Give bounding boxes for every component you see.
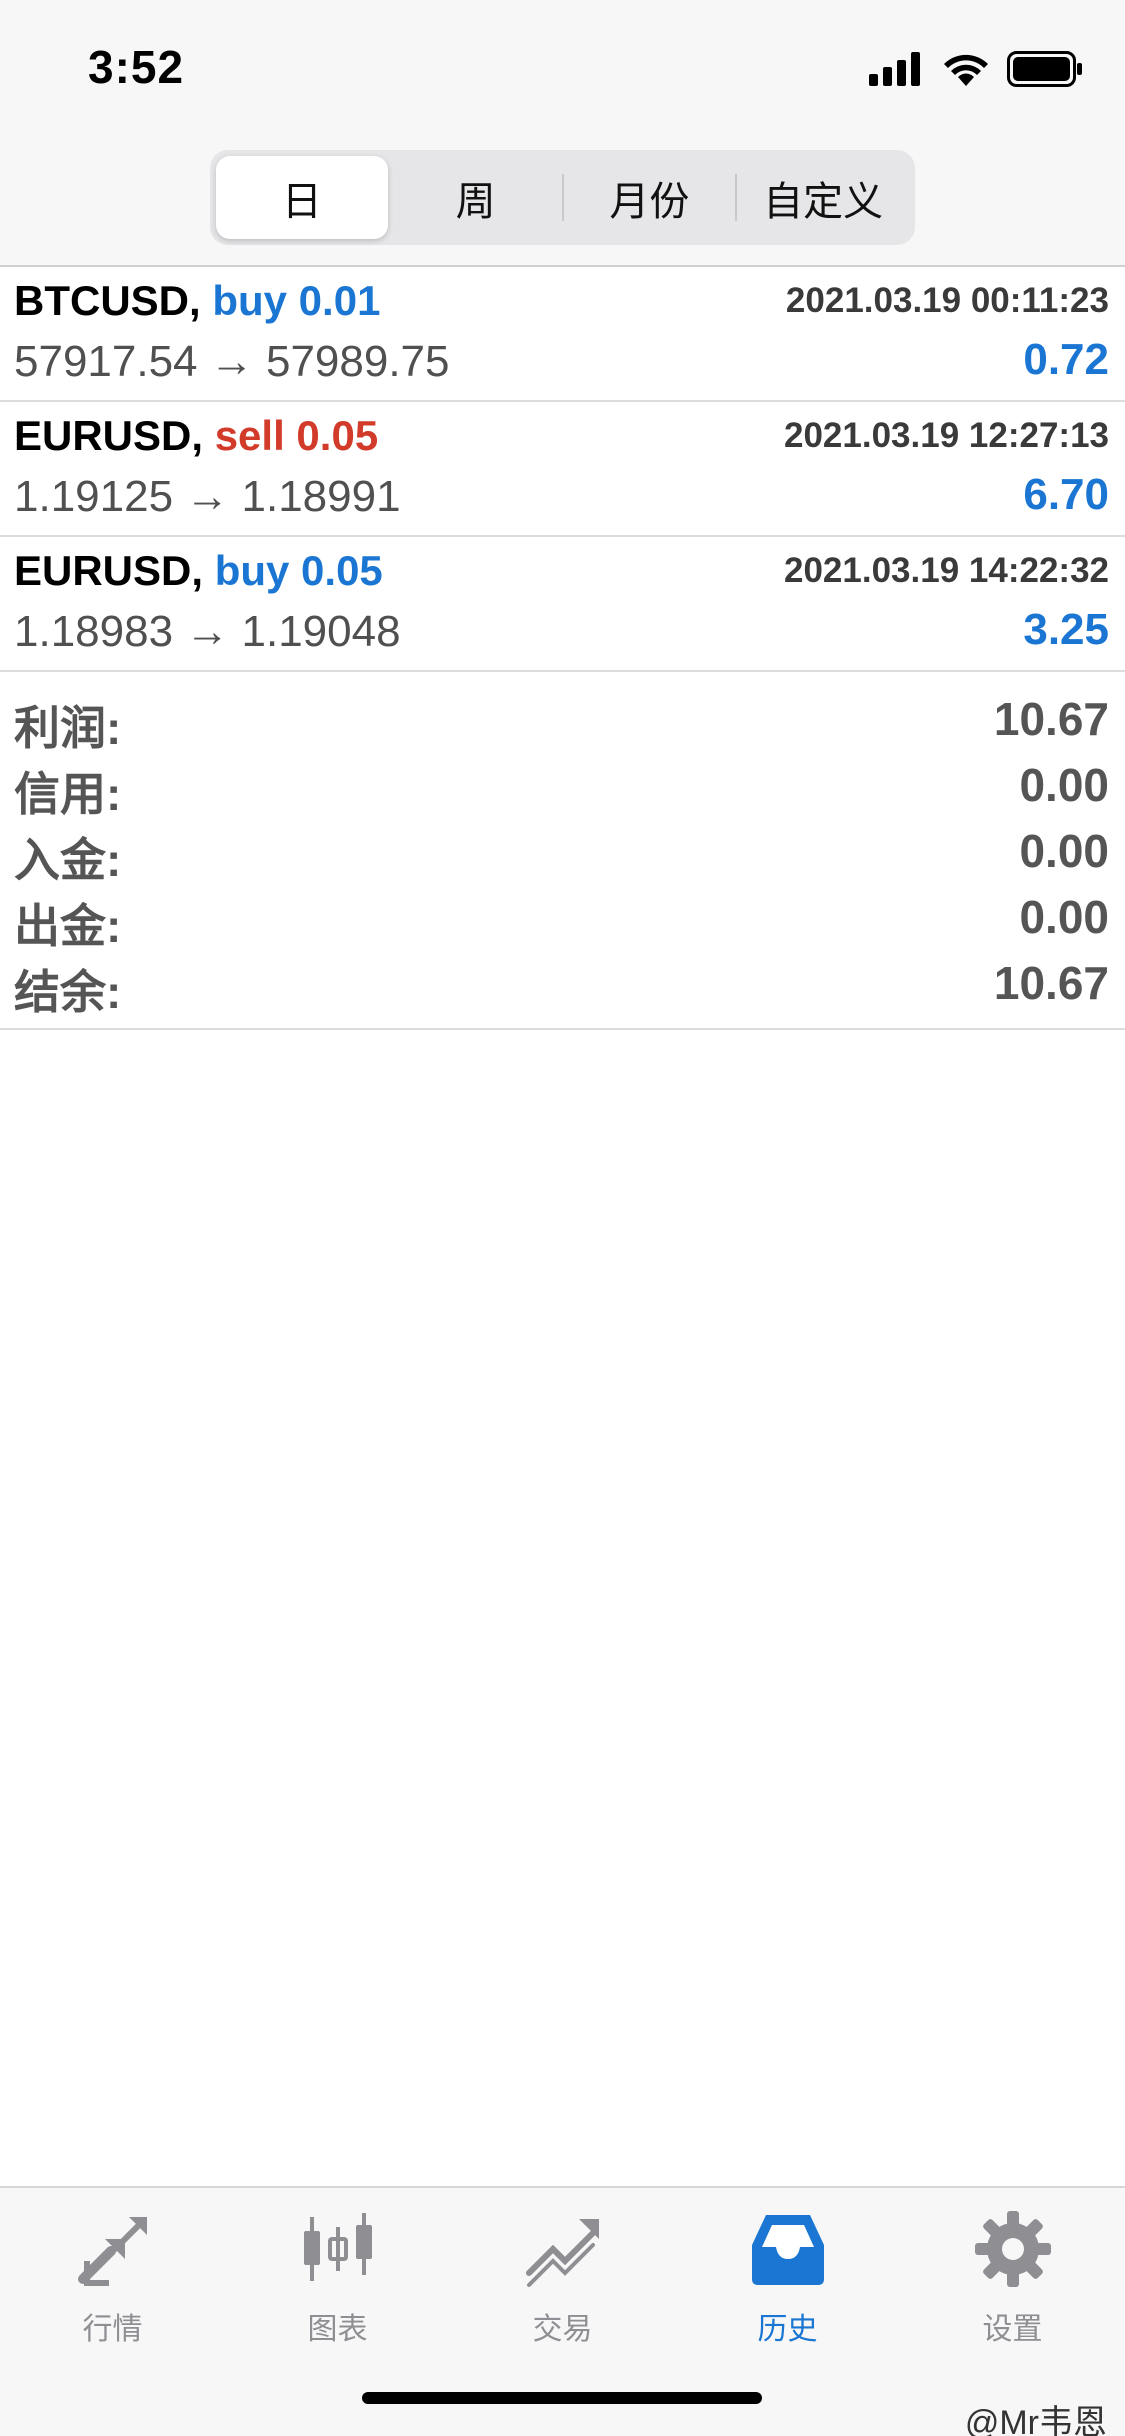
trade-symbol: BTCUSD, <box>14 277 201 324</box>
trade-time: 2021.03.19 12:27:13 <box>784 416 1109 455</box>
summary-label: 信用: <box>14 768 122 820</box>
quotes-arrows-icon <box>70 2206 156 2292</box>
trade-symbol-line: EURUSD, sell 0.05 <box>14 412 378 460</box>
summary-value: 10.67 <box>993 957 1109 1009</box>
trade-history-list: BTCUSD, buy 0.01 2021.03.19 00:11:23 579… <box>0 265 1125 672</box>
period-tab-week[interactable]: 周 <box>390 156 562 239</box>
tab-label: 图表 <box>307 2313 368 2346</box>
summary-label: 出金: <box>14 900 122 952</box>
summary-row-deposit: 入金: 0.00 <box>0 820 1125 886</box>
trade-symbol-line: BTCUSD, buy 0.01 <box>14 277 380 325</box>
summary-label: 结余: <box>14 966 122 1018</box>
trade-time: 2021.03.19 00:11:23 <box>785 281 1109 320</box>
tab-settings[interactable]: 设置 <box>900 2206 1125 2356</box>
trade-symbol: EURUSD, <box>14 412 204 459</box>
cellular-signal-icon <box>869 52 920 86</box>
top-header: 3:52 日 周 月份 自定义 <box>0 0 1125 265</box>
trade-prices: 57917.54 → 57989.75 <box>14 337 450 386</box>
summary-value: 0.00 <box>1019 825 1109 877</box>
status-icons <box>869 48 1083 90</box>
period-tab-month[interactable]: 月份 <box>564 156 736 239</box>
trade-row[interactable]: EURUSD, buy 0.05 2021.03.19 14:22:32 1.1… <box>0 537 1125 672</box>
trade-prices: 1.18983 → 1.19048 <box>14 607 401 656</box>
trade-profit: 3.25 <box>1023 605 1109 654</box>
summary-label: 利润: <box>14 702 122 754</box>
watermark: @Mr韦恩 <box>964 2404 1107 2436</box>
history-inbox-icon <box>745 2206 831 2292</box>
tab-label: 历史 <box>757 2313 818 2346</box>
period-tab-day[interactable]: 日 <box>216 156 388 239</box>
tab-trade[interactable]: 交易 <box>450 2206 675 2356</box>
summary-label: 入金: <box>14 834 122 886</box>
battery-icon <box>1007 51 1082 87</box>
summary-row-balance: 结余: 10.67 <box>0 952 1125 1018</box>
tab-label: 设置 <box>982 2313 1043 2346</box>
trade-prices: 1.19125 → 1.18991 <box>14 472 401 521</box>
summary-value: 0.00 <box>1019 759 1109 811</box>
trade-time: 2021.03.19 14:22:32 <box>784 551 1109 590</box>
trade-row[interactable]: EURUSD, sell 0.05 2021.03.19 12:27:13 1.… <box>0 402 1125 537</box>
trade-side: buy 0.01 <box>212 277 381 324</box>
account-summary: 利润: 10.67 信用: 0.00 入金: 0.00 出金: 0.00 结余:… <box>0 688 1125 1030</box>
candlestick-chart-icon <box>295 2206 381 2292</box>
tab-quotes[interactable]: 行情 <box>0 2206 225 2356</box>
home-indicator[interactable] <box>362 2392 762 2404</box>
status-time: 3:52 <box>88 41 185 93</box>
summary-row-credit: 信用: 0.00 <box>0 754 1125 820</box>
period-segmented-control: 日 周 月份 自定义 <box>210 150 915 245</box>
trade-row[interactable]: BTCUSD, buy 0.01 2021.03.19 00:11:23 579… <box>0 267 1125 402</box>
trade-profit: 0.72 <box>1023 335 1109 384</box>
app-root: 3:52 日 周 月份 自定义 BTCUSD, buy 0.01 2021.03… <box>0 0 1125 2436</box>
trade-symbol-line: EURUSD, buy 0.05 <box>14 547 383 595</box>
summary-value: 10.67 <box>993 693 1109 745</box>
wifi-icon <box>944 54 988 86</box>
summary-value: 0.00 <box>1019 891 1109 943</box>
trade-trend-icon <box>520 2206 606 2292</box>
gear-icon <box>970 2206 1056 2292</box>
tab-chart[interactable]: 图表 <box>225 2206 450 2356</box>
trade-side: sell 0.05 <box>214 412 379 459</box>
tab-history[interactable]: 历史 <box>675 2206 900 2356</box>
summary-row-profit: 利润: 10.67 <box>0 688 1125 754</box>
trade-profit: 6.70 <box>1023 470 1109 519</box>
period-tab-custom[interactable]: 自定义 <box>737 156 909 239</box>
tab-label: 交易 <box>532 2313 593 2346</box>
trade-symbol: EURUSD, <box>14 547 204 594</box>
trade-side: buy 0.05 <box>214 547 383 594</box>
tab-label: 行情 <box>82 2313 143 2346</box>
summary-row-withdrawal: 出金: 0.00 <box>0 886 1125 952</box>
